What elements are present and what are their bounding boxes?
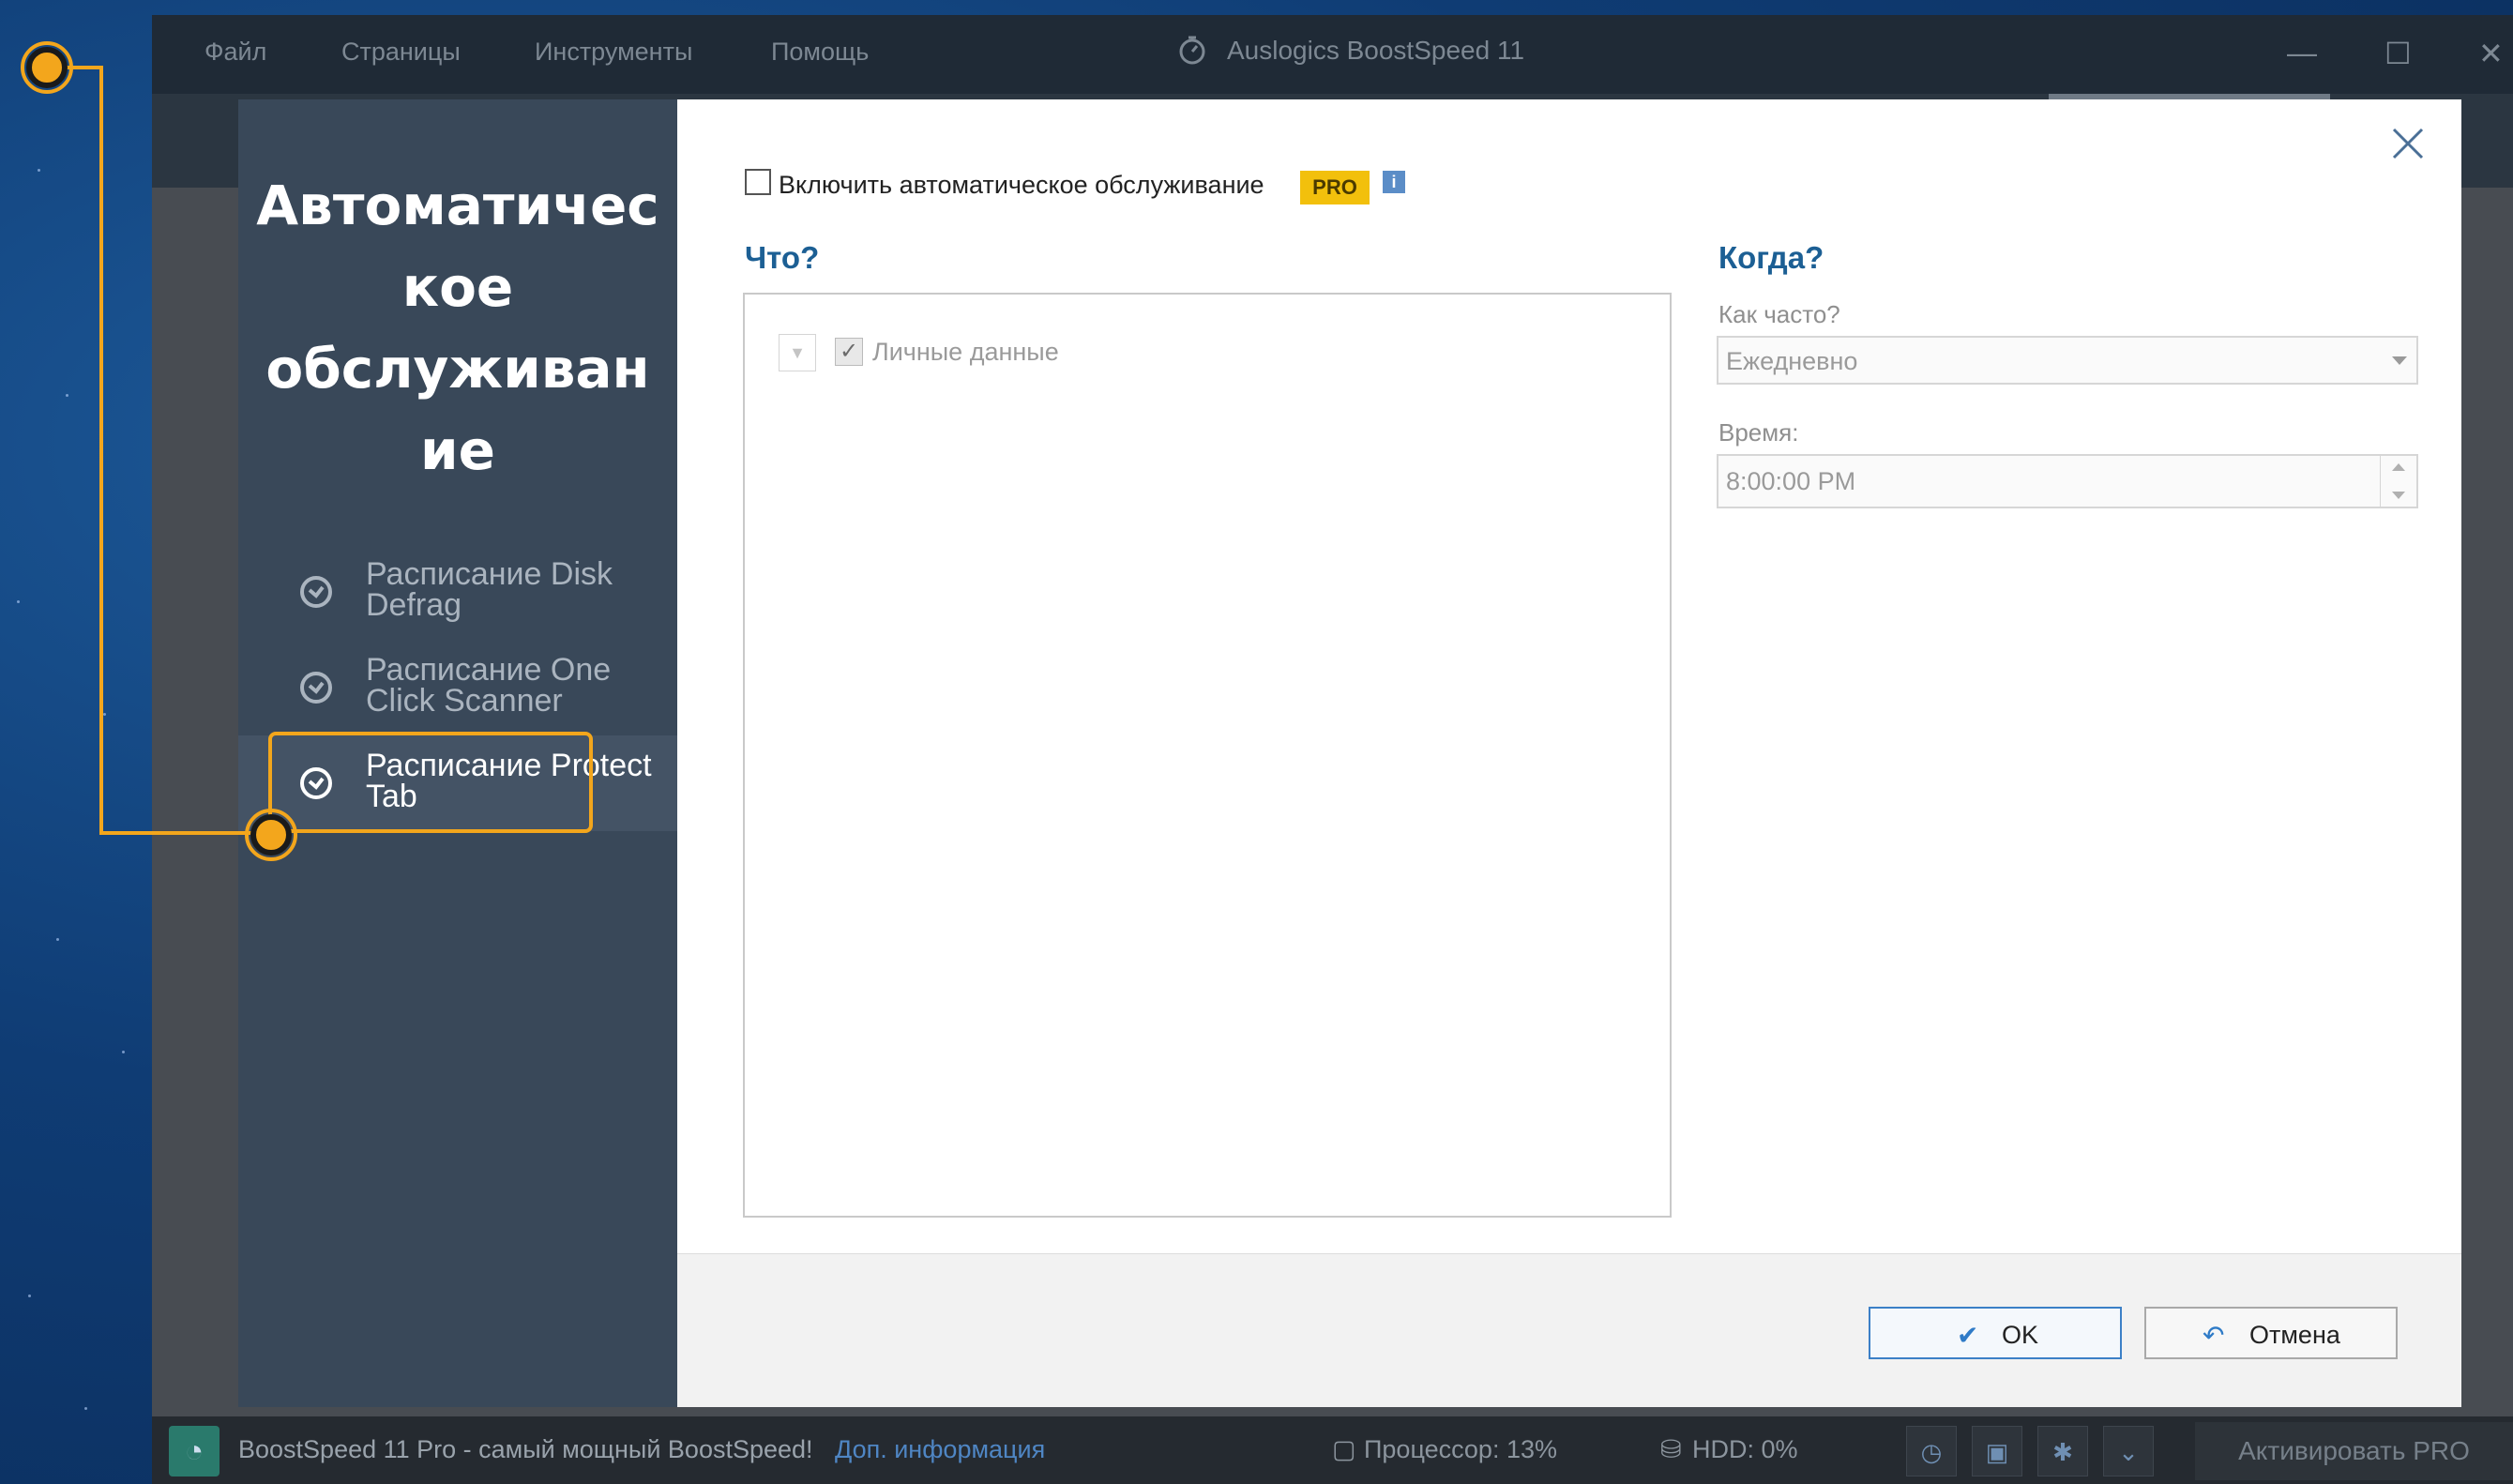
time-label: Время: <box>1718 418 1799 447</box>
when-heading: Когда? <box>1718 240 1824 275</box>
time-value: 8:00:00 PM <box>1726 467 1856 495</box>
time-spinner[interactable] <box>2380 456 2416 507</box>
settings-icon[interactable]: ✱ <box>2037 1426 2088 1476</box>
callout-line <box>99 66 103 835</box>
hdd-icon: ⛁ <box>1660 1435 1682 1463</box>
enable-maintenance-label: Включить автоматическое обслуживание <box>779 171 1264 199</box>
tree-item-label: Личные данные <box>872 338 1059 366</box>
stopwatch-icon <box>1179 36 1205 65</box>
chevron-down-icon <box>2392 356 2407 365</box>
maximize-icon[interactable]: ☐ <box>2384 36 2412 71</box>
status-bar: ◔ BoostSpeed 11 Pro - самый мощный Boost… <box>152 1416 2513 1484</box>
status-promo-text: BoostSpeed 11 Pro - самый мощный BoostSp… <box>238 1435 813 1463</box>
window-close-icon[interactable]: ✕ <box>2478 36 2504 71</box>
pro-badge: PRO <box>1300 171 1370 204</box>
activate-pro-button[interactable]: Активировать PRO <box>2195 1422 2513 1480</box>
title-bar: Файл Страницы Инструменты Помощь Auslogi… <box>152 15 2513 94</box>
cpu-icon: ▢ <box>1332 1435 1356 1463</box>
menu-file[interactable]: Файл <box>204 38 266 67</box>
what-heading: Что? <box>745 240 820 275</box>
dialog-footer: ✔ OK ↶ Отмена <box>677 1253 2461 1407</box>
menu-pages[interactable]: Страницы <box>341 38 461 67</box>
enable-maintenance-checkbox[interactable] <box>745 169 771 195</box>
what-tree: ▼ ✓ Личные данные <box>743 293 1672 1218</box>
clock-icon <box>300 576 332 608</box>
chevron-down-icon[interactable]: ▼ <box>779 334 816 371</box>
frequency-value: Ежедневно <box>1726 347 1858 375</box>
nav-label: Расписание One Click Scanner <box>366 652 612 719</box>
nav-item-one-click-scanner[interactable]: Расписание One Click Scanner <box>238 640 677 735</box>
hdd-usage: HDD: 0% <box>1692 1435 1798 1463</box>
expand-icon[interactable]: ⌄ <box>2103 1426 2154 1476</box>
callout-highlight <box>268 732 593 833</box>
callout-dot <box>26 47 68 88</box>
personal-data-checkbox[interactable]: ✓ <box>835 338 863 366</box>
spin-up-icon[interactable] <box>2392 463 2405 471</box>
dialog-content: Включить автоматическое обслуживание PRO… <box>677 99 2461 1407</box>
check-icon: ✔ <box>1957 1321 1979 1350</box>
time-input[interactable]: 8:00:00 PM <box>1717 454 2418 508</box>
menu-tools[interactable]: Инструменты <box>535 38 692 67</box>
frequency-label: Как часто? <box>1718 300 1840 328</box>
cpu-usage: Процессор: 13% <box>1364 1435 1557 1463</box>
schedule-icon[interactable]: ◷ <box>1906 1426 1957 1476</box>
more-info-link[interactable]: Доп. информация <box>835 1435 1045 1464</box>
info-icon[interactable]: i <box>1383 171 1405 193</box>
close-icon[interactable] <box>2384 120 2431 167</box>
ok-label: OK <box>2002 1321 2039 1349</box>
app-title: Auslogics BoostSpeed 11 <box>1227 36 1525 65</box>
callout-dot <box>250 814 292 856</box>
nav-item-disk-defrag[interactable]: Расписание Disk Defrag <box>238 544 677 640</box>
minimize-icon[interactable]: — <box>2287 36 2317 70</box>
cancel-button[interactable]: ↶ Отмена <box>2144 1307 2398 1359</box>
undo-icon: ↶ <box>2203 1321 2225 1350</box>
ok-button[interactable]: ✔ OK <box>1869 1307 2122 1359</box>
nav-label: Расписание Disk Defrag <box>366 556 613 623</box>
cancel-label: Отмена <box>2249 1321 2340 1349</box>
frequency-dropdown[interactable]: Ежедневно <box>1717 336 2418 385</box>
boostspeed-logo-icon: ◔ <box>169 1426 220 1476</box>
dialog-heading: Автоматичес кое обслуживан ие <box>256 174 659 482</box>
menu-help[interactable]: Помощь <box>771 38 869 67</box>
clock-icon <box>300 672 332 704</box>
spin-down-icon[interactable] <box>2392 492 2405 499</box>
save-icon[interactable]: ▣ <box>1972 1426 2022 1476</box>
